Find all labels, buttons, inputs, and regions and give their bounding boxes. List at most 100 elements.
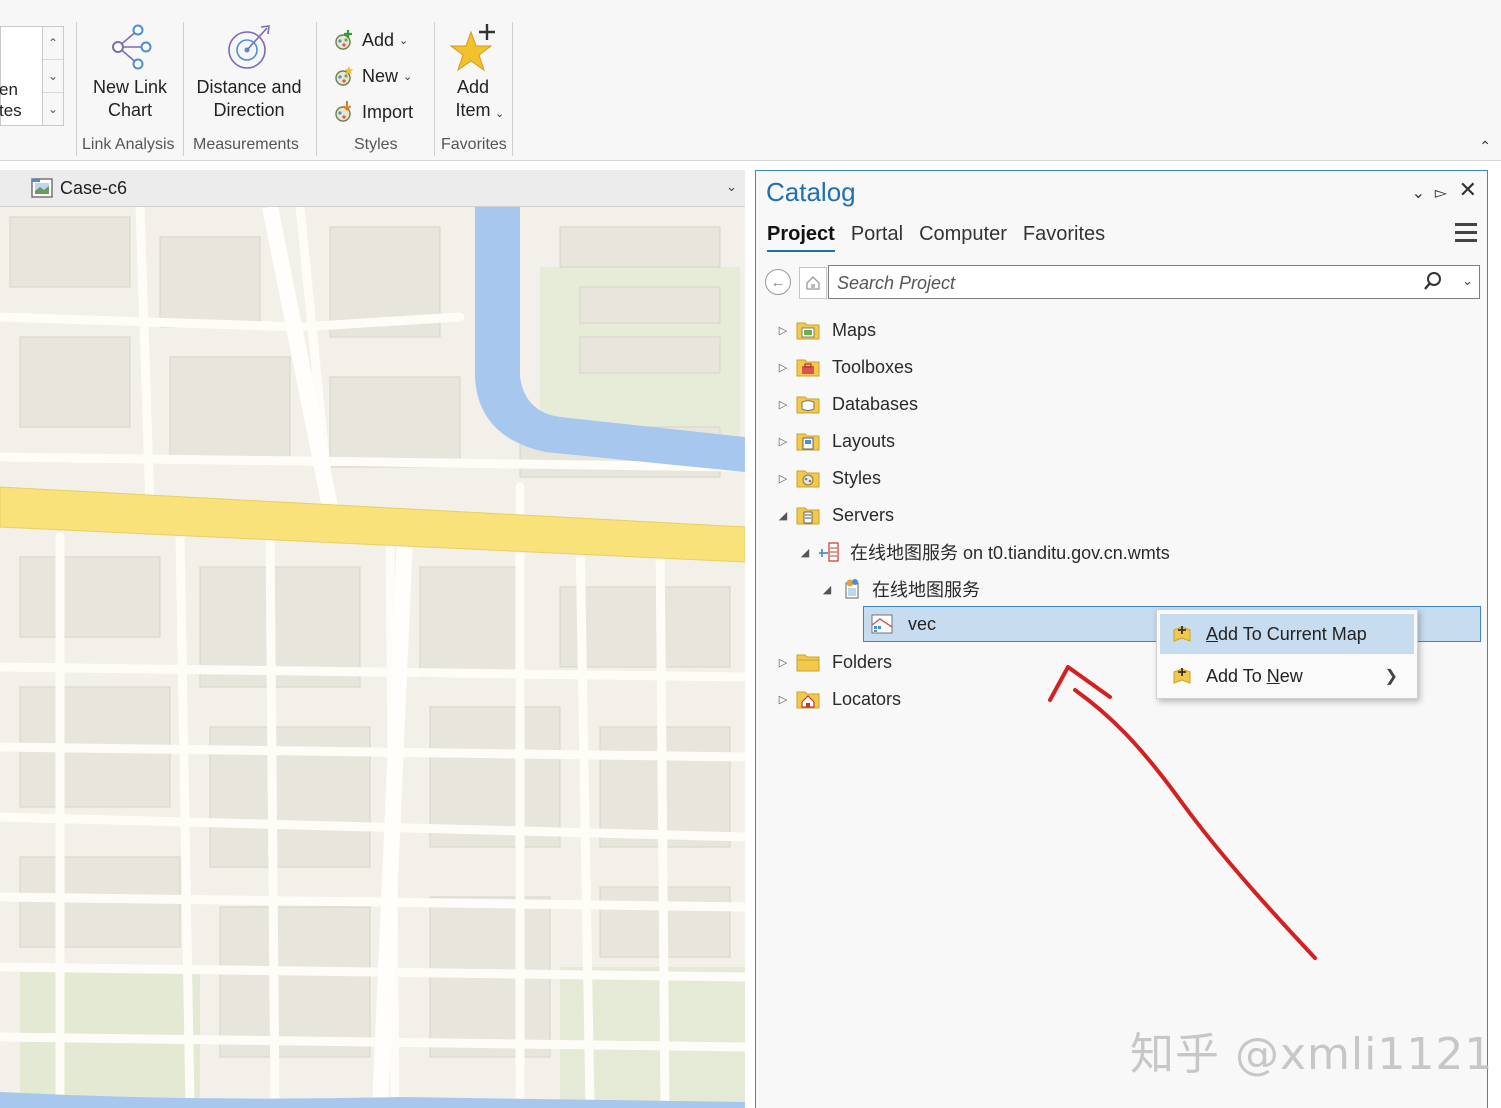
new-link-chart-label: New Link Chart <box>92 77 168 120</box>
search-icon[interactable] <box>1423 271 1443 296</box>
collapse-arrow-icon[interactable]: ◢ <box>774 509 792 522</box>
new-style-icon <box>332 65 356 87</box>
expand-arrow-icon[interactable]: ▷ <box>774 693 792 706</box>
distance-direction-icon <box>228 25 270 69</box>
expand-arrow-icon[interactable]: ▷ <box>774 656 792 669</box>
chevron-down-icon[interactable]: ⌄ <box>1462 273 1473 289</box>
collapse-arrow-icon[interactable]: ◢ <box>796 546 814 559</box>
new-style-label: New <box>362 65 399 86</box>
tree-label: vec <box>908 613 937 634</box>
submenu-chevron-right-icon: ❯ <box>1384 668 1398 685</box>
map-tab[interactable]: Case-c6 ⌄ <box>0 170 745 207</box>
distance-direction-label: Distance and Direction <box>196 77 302 120</box>
tree-item-server-connection[interactable]: ◢ 在线地图服务 on t0.tianditu.gov.cn.wmts <box>796 537 1170 567</box>
tree-label: Layouts <box>832 430 896 451</box>
menu-item-add-to-current-map[interactable]: Add To Current Map <box>1160 614 1414 654</box>
tree-label: Maps <box>832 319 877 340</box>
import-style-icon <box>332 101 356 123</box>
tree-item-databases[interactable]: ▷ Databases <box>774 389 918 419</box>
tree-label: Servers <box>832 504 895 525</box>
link-chart-icon <box>112 24 152 70</box>
import-style-button[interactable]: Import <box>332 99 413 125</box>
pin-icon[interactable]: ▻ <box>1435 183 1447 203</box>
tree-item-service[interactable]: ◢ 在线地图服务 <box>818 574 980 604</box>
catalog-title: Catalog <box>766 177 856 207</box>
tab-favorites[interactable]: Favorites <box>1023 223 1105 252</box>
tab-portal[interactable]: Portal <box>851 223 903 252</box>
group-label-styles: Styles <box>354 136 398 153</box>
map-view: Case-c6 ⌄ <box>0 170 745 1108</box>
ribbon-separator <box>434 22 435 156</box>
expand-arrow-icon[interactable]: ▷ <box>774 361 792 374</box>
tree-item-toolboxes[interactable]: ▷ Toolboxes <box>774 352 913 382</box>
map-canvas[interactable] <box>0 207 745 1108</box>
map-tab-title: Case-c6 <box>60 178 128 198</box>
menu-icon[interactable] <box>1455 223 1477 247</box>
expand-arrow-icon[interactable]: ▷ <box>774 472 792 485</box>
locators-folder-icon <box>796 688 820 710</box>
gallery-item-label[interactable]: en tes <box>0 79 22 121</box>
add-style-button[interactable]: Add ⌄ <box>332 27 408 53</box>
tree-label: Databases <box>832 393 919 414</box>
map-icon <box>30 176 54 205</box>
group-label-link-analysis: Link Analysis <box>82 136 175 153</box>
search-box: ⌄ <box>828 265 1480 299</box>
tree-item-locators[interactable]: ▷ Locators <box>774 684 901 714</box>
ribbon-separator <box>76 22 77 156</box>
gallery-scroll: ⌃ ⌄ ⌄ <box>42 27 63 125</box>
favorite-star-icon <box>449 24 495 72</box>
group-label-favorites: Favorites <box>441 136 507 153</box>
tree-label: 在线地图服务 on t0.tianditu.gov.cn.wmts <box>850 543 1170 563</box>
chevron-down-icon[interactable]: ⌄ <box>726 179 737 195</box>
basemap-rendering <box>0 207 745 1108</box>
folders-folder-icon <box>796 651 820 673</box>
expand-arrow-icon[interactable]: ▷ <box>774 435 792 448</box>
servers-folder-icon <box>796 504 820 526</box>
tab-computer[interactable]: Computer <box>919 223 1007 252</box>
tree-item-maps[interactable]: ▷ Maps <box>774 315 876 345</box>
add-item-button[interactable]: Add Item ⌄ <box>442 22 504 122</box>
tree-item-styles[interactable]: ▷ Styles <box>774 463 881 493</box>
home-icon[interactable] <box>799 267 827 299</box>
close-icon[interactable]: ✕ <box>1459 177 1477 203</box>
toolboxes-folder-icon <box>796 356 820 378</box>
tree-label: Locators <box>832 688 902 709</box>
layouts-folder-icon <box>796 430 820 452</box>
new-style-button[interactable]: New ⌄ <box>332 63 412 89</box>
ribbon-gallery[interactable]: en tes ⌃ ⌄ ⌄ <box>0 26 64 126</box>
tree-item-folders[interactable]: ▷ Folders <box>774 647 892 677</box>
red-annotation-arrow <box>1048 665 1317 960</box>
ribbon-separator <box>183 22 184 156</box>
distance-direction-button[interactable]: Distance and Direction <box>192 22 306 122</box>
gallery-expand-icon[interactable]: ⌄ <box>43 93 63 125</box>
expand-arrow-icon[interactable]: ▷ <box>774 324 792 337</box>
tree-label: Toolboxes <box>832 356 914 377</box>
group-label-measurements: Measurements <box>193 136 299 153</box>
import-style-label: Import <box>362 101 414 122</box>
new-link-chart-button[interactable]: New Link Chart <box>86 22 174 122</box>
collapse-arrow-icon[interactable]: ◢ <box>818 583 836 596</box>
add-style-icon <box>332 29 356 51</box>
maps-folder-icon <box>796 319 820 341</box>
collapse-ribbon-icon[interactable]: ⌃ <box>1479 138 1491 155</box>
menu-item-label: Add To Current Map <box>1206 623 1367 644</box>
wmts-server-icon <box>818 541 842 563</box>
chevron-down-icon: ⌄ <box>495 108 505 120</box>
gallery-scroll-up-icon[interactable]: ⌃ <box>43 27 63 60</box>
search-input[interactable] <box>835 270 1409 296</box>
map-service-icon <box>840 578 864 600</box>
gallery-scroll-down-icon[interactable]: ⌄ <box>43 60 63 93</box>
expand-arrow-icon[interactable]: ▷ <box>774 398 792 411</box>
tree-label: Folders <box>832 651 893 672</box>
tree-item-layouts[interactable]: ▷ Layouts <box>774 426 895 456</box>
ribbon-separator <box>316 22 317 156</box>
chevron-down-icon: ⌄ <box>403 70 413 83</box>
raster-layer-icon <box>870 613 894 635</box>
tab-project[interactable]: Project <box>767 223 835 252</box>
tree-item-servers[interactable]: ◢ Servers <box>774 500 894 530</box>
add-style-label: Add <box>362 29 395 50</box>
back-arrow-icon[interactable]: ← <box>765 269 791 295</box>
pane-options-chevron-icon[interactable]: ⌄ <box>1412 183 1425 203</box>
tree-label: Styles <box>832 467 882 488</box>
add-item-label: Add Item <box>455 77 491 120</box>
